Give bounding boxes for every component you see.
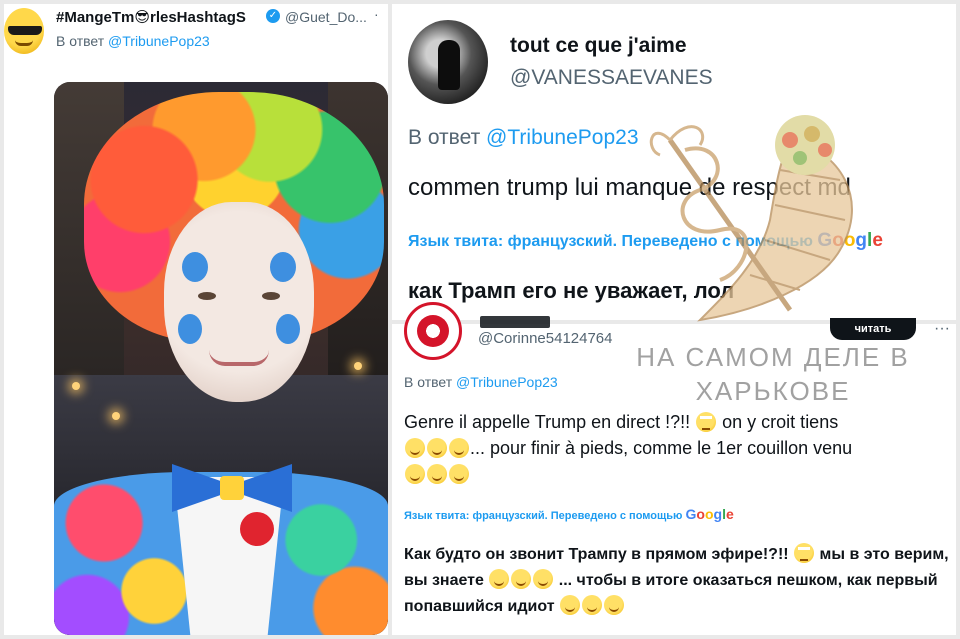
clown-photo[interactable] xyxy=(54,82,388,635)
reply-prefix: В ответ xyxy=(404,374,453,390)
eye-roll-emoji-icon xyxy=(696,412,717,432)
laughing-emoji-icon xyxy=(582,595,603,615)
tweet-text: Genre il appelle Trump en direct !?!! on… xyxy=(404,409,949,487)
author-handle[interactable]: @VANESSAEVANES xyxy=(510,66,713,90)
google-logo: Google xyxy=(685,506,734,522)
author-name[interactable]: tout ce que j'aime xyxy=(510,34,687,58)
sunglasses-emoji-avatar-icon[interactable] xyxy=(4,8,44,54)
blue-bow-tie xyxy=(172,464,292,514)
translation-label-text: Язык твита: французский. Переведено с по… xyxy=(404,510,683,522)
reply-prefix: В ответ xyxy=(56,33,105,49)
avatar-logo-icon xyxy=(417,315,449,347)
smile-shape xyxy=(15,40,33,46)
clown-face xyxy=(164,202,314,402)
laughing-emoji-icon xyxy=(449,438,469,458)
reply-prefix: В ответ xyxy=(408,126,481,149)
sunglasses-shape xyxy=(8,26,42,35)
cheek-paint-right xyxy=(276,314,300,344)
grinning-emoji-icon xyxy=(405,464,425,484)
laughing-emoji-icon xyxy=(427,464,447,484)
reply-mention-link[interactable]: @TribunePop23 xyxy=(486,126,638,149)
tweet-left: #MangeTm😎rlesHashtagS ✓ @Guet_Do... · В … xyxy=(4,4,388,635)
reply-mention-link[interactable]: @TribunePop23 xyxy=(108,33,210,49)
reply-to-line: В ответ @TribunePop23 xyxy=(408,126,639,150)
reply-to-line: В ответ @TribunePop23 xyxy=(404,374,558,390)
translation-label-text: Язык твита: французский. Переведено с по… xyxy=(408,233,813,250)
red-button xyxy=(240,512,274,546)
follow-button[interactable]: читать xyxy=(830,318,916,340)
eye-roll-emoji-icon xyxy=(794,543,815,563)
cheek-paint-left xyxy=(178,314,202,344)
eye-right xyxy=(262,292,280,300)
silhouette-shape xyxy=(438,40,460,90)
street-light xyxy=(354,362,362,370)
translation-label[interactable]: Язык твита: французский. Переведено с по… xyxy=(408,230,883,252)
author-handle[interactable]: @Corinne54124764 xyxy=(478,330,613,347)
eye-left xyxy=(198,292,216,300)
translated-text-part: Как будто он звонит Трампу в прямом эфир… xyxy=(404,546,794,563)
verified-badge-icon: ✓ xyxy=(266,9,280,23)
tweet-text-part: ... pour finir à pieds, comme le 1er cou… xyxy=(470,438,853,458)
tweet-text-part: on y croit tiens xyxy=(717,412,839,432)
google-logo: Google xyxy=(817,230,883,251)
reply-to-line: В ответ @TribunePop23 xyxy=(56,33,210,49)
author-avatar[interactable] xyxy=(408,20,488,104)
laughing-emoji-icon xyxy=(511,569,532,589)
author-name-cropped[interactable] xyxy=(480,316,550,328)
more-options-icon[interactable]: ··· xyxy=(934,320,950,338)
tweet-bottom-right: @Corinne54124764 читать ··· В ответ @Tri… xyxy=(392,302,956,635)
face-paint-left xyxy=(182,252,208,282)
smile-mouth xyxy=(209,350,269,366)
reply-mention-link[interactable]: @TribunePop23 xyxy=(456,374,558,390)
author-handle[interactable]: @Guet_Do... xyxy=(285,9,367,25)
laughing-emoji-icon xyxy=(449,464,469,484)
tweet-top-right: tout ce que j'aime @VANESSAEVANES В отве… xyxy=(392,4,956,320)
translation-label[interactable]: Язык твита: французский. Переведено с по… xyxy=(404,506,734,522)
author-name[interactable]: #MangeTm😎rlesHashtagS xyxy=(56,8,246,26)
laughing-emoji-icon xyxy=(427,438,447,458)
face-paint-right xyxy=(270,252,296,282)
laughing-emoji-icon xyxy=(533,569,554,589)
laughing-emoji-icon xyxy=(604,595,625,615)
translated-text: как Трамп его не уважает, лол xyxy=(408,278,735,303)
tweet-text-part: Genre il appelle Trump en direct !?!! xyxy=(404,412,696,432)
translated-text: Как будто он звонит Трампу в прямом эфир… xyxy=(404,542,949,620)
tweet-text: commen trump lui manque de respect md xyxy=(408,174,851,201)
author-avatar[interactable] xyxy=(404,302,462,360)
street-light xyxy=(72,382,80,390)
laughing-emoji-icon xyxy=(489,569,510,589)
laughing-emoji-icon xyxy=(405,438,425,458)
grinning-emoji-icon xyxy=(560,595,581,615)
street-light xyxy=(112,412,120,420)
separator-dot: · xyxy=(374,6,379,22)
